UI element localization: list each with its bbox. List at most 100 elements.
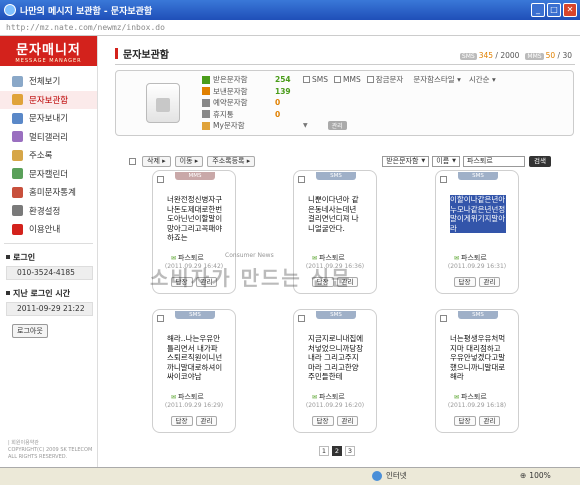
manage-card-button[interactable]: 관리 <box>195 416 218 426</box>
manage-card-button[interactable]: 관리 <box>478 277 501 287</box>
sort-dropdown[interactable]: 시간순 ▾ <box>469 74 496 85</box>
sidebar-item[interactable]: 홈미문자통계 <box>0 183 97 202</box>
zoom-level: 100% <box>529 471 551 480</box>
last-login-value: 2011-09-29 21:22 <box>6 301 93 316</box>
message-card[interactable]: SMS 지금지로니내집에처넣었으니까당장내라 그리고주지마라 그리고한양주민들한테… <box>293 309 377 433</box>
sidebar-item-label: 멀티갤러리 <box>29 132 69 143</box>
menu-icon <box>12 112 23 124</box>
card-checkbox[interactable] <box>440 315 447 322</box>
watermark: 소비자가 만드는 신문 <box>150 266 352 290</box>
page-number[interactable]: 1 <box>319 446 329 456</box>
sms-filter[interactable]: SMS <box>303 75 328 84</box>
card-actions: 답장 관리 <box>436 277 518 287</box>
mailbox-row[interactable]: 휴지통 0 <box>202 109 500 121</box>
sms-count: 345 <box>478 51 494 60</box>
sidebar-item[interactable]: 전체보기 <box>0 72 97 91</box>
style-dropdown[interactable]: 문자함스타일 ▾ <box>413 74 461 85</box>
address-bar[interactable]: http://mz.nate.com/newmz/inbox.do <box>0 20 580 36</box>
mailbox-count: 0 <box>275 98 281 108</box>
url-text: http://mz.nate.com/newmz/inbox.do <box>6 23 165 32</box>
search-button[interactable]: 검색 <box>529 155 551 167</box>
message-card[interactable]: SMS 너는평생우유처먹지마 대리점하고우유안넣겠다고말했으니까니말대로해라 ✉ 파스… <box>435 309 519 433</box>
mailbox-row[interactable]: My문자함 ▼ 관리 <box>202 120 500 132</box>
menu-icon <box>12 94 23 106</box>
reply-button[interactable]: 답장 <box>453 277 476 287</box>
sidebar-item[interactable]: 문자보관함 <box>0 90 97 109</box>
sender-name: 파스퇴르 <box>461 254 487 262</box>
menu-icon <box>12 168 23 180</box>
sidebar-item[interactable]: 이용안내 <box>0 220 97 239</box>
window-titlebar: 나만의 메시지 보관함 - 문자보관함 _ □ ✕ <box>0 0 580 20</box>
mms-total: / 30 <box>557 51 572 60</box>
chevron-down-icon[interactable]: ▼ <box>303 122 308 129</box>
mailbox-row[interactable]: 보낸문자함 139 <box>202 86 500 98</box>
minimize-icon[interactable]: _ <box>531 3 545 17</box>
delete-button[interactable]: 삭제 ▸ <box>142 155 171 167</box>
mms-filter[interactable]: MMS <box>334 75 361 84</box>
mms-tag: MMS <box>525 53 544 60</box>
sidebar-item[interactable]: 문자보내기 <box>0 109 97 128</box>
sender-icon: ✉ <box>454 254 460 262</box>
sidebar-item[interactable]: 주소록 <box>0 146 97 165</box>
move-button[interactable]: 이동 ▸ <box>174 155 204 167</box>
reply-button[interactable]: 답장 <box>453 416 476 426</box>
maximize-icon[interactable]: □ <box>547 3 561 17</box>
sidebar-item-label: 홈미문자통계 <box>29 188 76 199</box>
field-select[interactable]: 이름 ▼ <box>432 155 461 167</box>
card-date: (2011.09.29 16:18) <box>447 402 507 409</box>
terms-link[interactable]: | 회원이용약관 <box>8 440 92 447</box>
field-select-value: 이름 <box>436 156 450 165</box>
card-checkbox[interactable] <box>298 315 305 322</box>
login-section: 로그인 010-3524-4185 지난 로그인 시간 2011-09-29 2… <box>0 248 97 340</box>
close-icon[interactable]: ✕ <box>563 3 577 17</box>
card-sender: ✉ 파스퇴르 <box>454 392 487 402</box>
sidebar-item[interactable]: 멀티갤러리 <box>0 128 97 147</box>
title-divider <box>115 64 575 65</box>
mailbox-select[interactable]: 받은문자함 ▼ <box>382 155 430 167</box>
sidebar-menu: 전체보기 문자보관함문자보내기멀티갤러리주소록 문자캘린더홈미문자통계환경설정 이용안… <box>0 66 97 239</box>
page-number[interactable]: 3 <box>345 446 355 456</box>
reply-button[interactable]: 답장 <box>170 416 193 426</box>
mailbox-row[interactable]: 예약문자함 0 <box>202 97 500 109</box>
card-actions: 답장 관리 <box>436 416 518 426</box>
sidebar-item-label: 문자보내기 <box>29 114 69 125</box>
card-checkbox[interactable] <box>298 176 305 183</box>
message-card[interactable]: SMS 해라..나는우유안틀리면서 내가파스퇴르직원이니넌까니말대로하셔이싸이코야… <box>152 309 236 433</box>
sidebar-divider <box>4 242 93 244</box>
card-sender: ✉ 파스퇴르 <box>454 253 487 263</box>
card-checkbox[interactable] <box>157 315 164 322</box>
sms-counter: SMS 345 / 2000 <box>459 51 519 60</box>
logo[interactable]: 문자매니저 MESSAGE MANAGER <box>0 36 97 66</box>
manage-card-button[interactable]: 관리 <box>336 416 359 426</box>
card-actions: 답장 관리 <box>153 416 235 426</box>
sidebar-item[interactable]: 문자캘린더 <box>0 165 97 184</box>
card-message-text: 이할이나같은년아누모나같은년넌정말이게위기지말아라 <box>450 195 506 233</box>
addressbook-add-button[interactable]: 주소록등록 ▸ <box>207 155 256 167</box>
mailbox-row[interactable]: 받은문자함 254 SMS MMS 잠금문자 문자함스타일 ▾ 시간순 ▾ <box>202 74 500 86</box>
lock-filter-checkbox[interactable] <box>366 76 374 84</box>
sidebar-item[interactable]: 환경설정 <box>0 202 97 221</box>
globe-icon <box>372 470 382 481</box>
card-type-badge: SMS <box>316 311 356 319</box>
manage-button[interactable]: 관리 <box>327 121 347 131</box>
message-card[interactable]: SMS 이할이나같은년아누모나같은년넌정말이게위기지말아라 ✉ 파스퇴르 (2011.0… <box>435 170 519 294</box>
card-type-badge: SMS <box>316 172 356 180</box>
manage-card-button[interactable]: 관리 <box>478 416 501 426</box>
search-input[interactable]: 파스퇴르 <box>463 155 526 167</box>
watermark-sub: Consumer News <box>225 252 274 259</box>
card-message-text: 지금지로니내집에처넣었으니까당장내라 그리고주지마라 그리고한양주민들한테 <box>308 334 364 381</box>
sms-filter-checkbox[interactable] <box>303 76 310 84</box>
zoom-control[interactable]: ⊕ 100% <box>520 471 551 480</box>
login-value: 010-3524-4185 <box>6 265 93 280</box>
reply-button[interactable]: 답장 <box>311 416 334 426</box>
chevron-down-icon: ▼ <box>421 157 426 164</box>
page-number[interactable]: 2 <box>332 446 342 456</box>
card-checkbox[interactable] <box>440 176 447 183</box>
card-checkbox[interactable] <box>157 176 164 183</box>
mms-filter-checkbox[interactable] <box>334 76 341 84</box>
lock-filter[interactable]: 잠금문자 <box>366 74 403 85</box>
mailbox-label: 보낸문자함 <box>213 86 248 96</box>
logout-button[interactable]: 로그아웃 <box>12 323 48 338</box>
login-label: 로그인 <box>13 252 36 262</box>
select-all-checkbox[interactable] <box>129 157 136 165</box>
